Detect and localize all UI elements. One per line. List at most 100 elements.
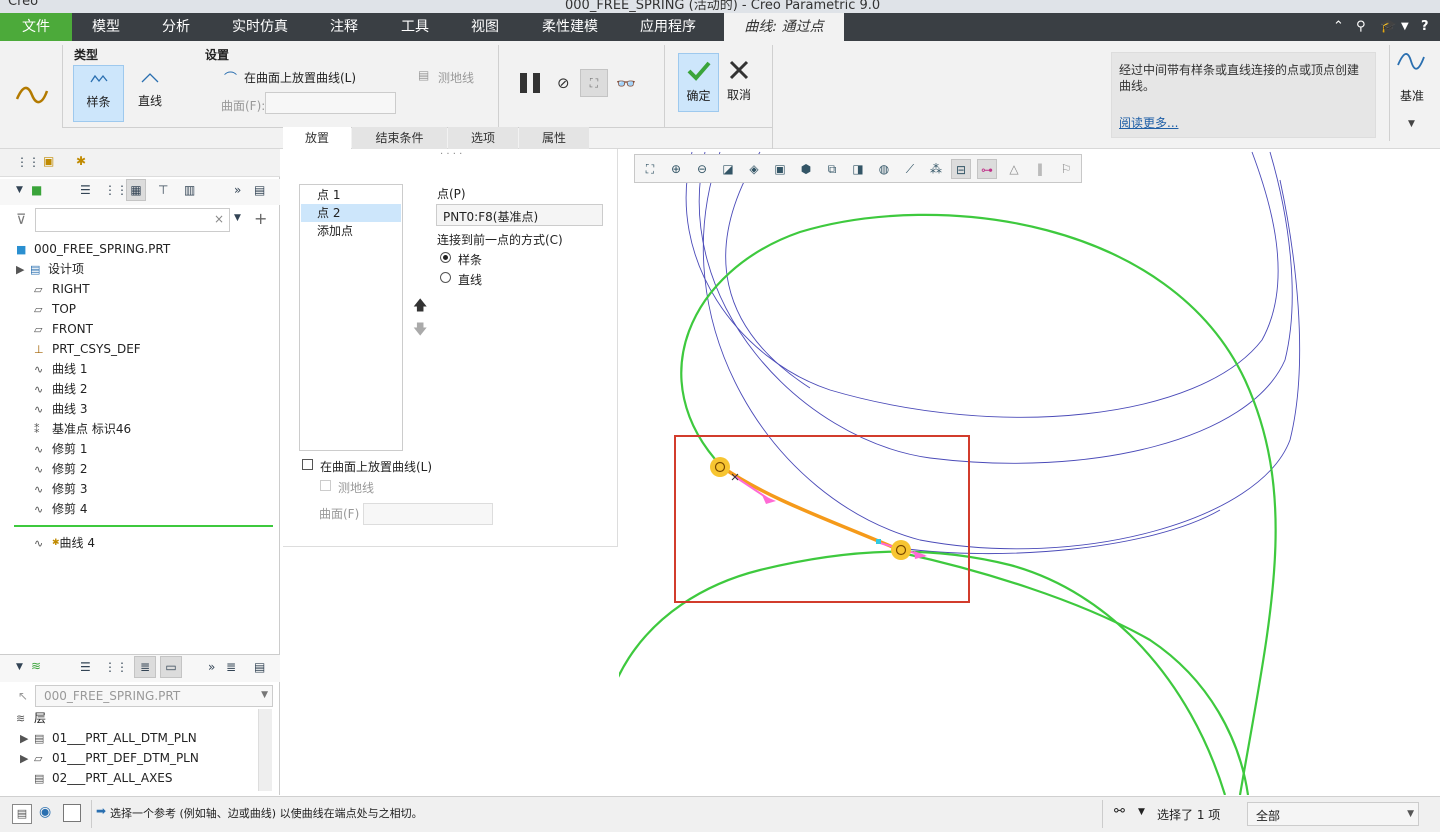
chevron-down-icon[interactable]: ▼ <box>16 185 23 195</box>
help-icon[interactable]: ? <box>1421 13 1429 41</box>
menu-applications[interactable]: 应用程序 <box>628 13 708 41</box>
chevron-down-icon[interactable]: ▼ <box>16 662 23 672</box>
point-list-item-selected[interactable]: 点 2 <box>301 204 401 222</box>
spline-radio[interactable] <box>440 252 451 263</box>
menu-tools[interactable]: 工具 <box>387 13 443 41</box>
named-views-icon[interactable]: ⬢ <box>796 159 816 179</box>
tree-root[interactable]: ■ 000_FREE_SPRING.PRT <box>16 239 170 259</box>
tab-options[interactable]: 选项 <box>448 127 518 149</box>
graphics-window[interactable] <box>619 149 1440 795</box>
tree-settings-icon[interactable]: ▦ <box>126 179 146 201</box>
point-field[interactable]: PNT0:F8(基准点) <box>436 204 603 226</box>
layer-item[interactable]: ▶ ▤ 01___PRT_ALL_DTM_PLN <box>20 728 197 748</box>
move-up-icon[interactable]: 🡅 <box>413 295 427 319</box>
tree-item-curve-3[interactable]: ∿ 曲线 3 <box>34 399 87 419</box>
pause-anim-icon[interactable]: ‖ <box>1030 159 1050 179</box>
search-icon[interactable]: ⚲ <box>1356 13 1366 41</box>
tree-item-curve-2[interactable]: ∿ 曲线 2 <box>34 379 87 399</box>
menu-live-simulation[interactable]: 实时仿真 <box>222 13 298 41</box>
minimize-ribbon-icon[interactable]: ⌃ <box>1333 13 1344 41</box>
point-list-item[interactable]: 点 1 <box>301 186 401 204</box>
surface-field[interactable] <box>265 92 396 114</box>
favorites-tab-icon[interactable]: ✱ <box>76 154 86 168</box>
expand-icon[interactable]: ▶ <box>16 260 30 280</box>
read-more-link[interactable]: 阅读更多... <box>1119 114 1178 131</box>
tree-item-trim-4[interactable]: ∿ 修剪 4 <box>34 499 87 519</box>
zoom-out-icon[interactable]: ⊖ <box>692 159 712 179</box>
cancel-button[interactable]: 取消 <box>720 53 758 112</box>
chevron-down-icon[interactable]: ▼ <box>1401 13 1409 41</box>
tree-item-design-items[interactable]: ▶ ▤ 设计项 <box>16 259 84 279</box>
datum-label[interactable]: 基准 <box>1400 87 1424 104</box>
tree-item-right[interactable]: ▱ RIGHT <box>34 279 90 299</box>
verify-icon[interactable]: ⛶ <box>580 69 608 97</box>
tree-filter-icon[interactable]: ⊤ <box>158 183 168 197</box>
end-point-handle[interactable] <box>891 540 911 560</box>
expand-icon[interactable]: ▶ <box>20 749 34 769</box>
pause-icon[interactable] <box>518 71 544 95</box>
filter-icon[interactable]: ⊽ <box>16 212 26 228</box>
add-icon[interactable]: + <box>254 209 267 228</box>
tree-item-trim-3[interactable]: ∿ 修剪 3 <box>34 479 87 499</box>
learning-icon[interactable]: 🎓 <box>1380 13 1396 41</box>
menu-file[interactable]: 文件 <box>0 13 72 41</box>
browser-icon[interactable]: ◉ <box>39 804 51 820</box>
chevron-down-icon[interactable]: ▼ <box>234 213 241 223</box>
model-tree-tab-icon[interactable]: ⋮⋮ <box>16 155 40 169</box>
spline-type-button[interactable]: 样条 <box>73 65 124 122</box>
tree-item-trim-2[interactable]: ∿ 修剪 2 <box>34 459 87 479</box>
flag-icon[interactable]: ⚐ <box>1056 159 1076 179</box>
view-manager-icon[interactable]: ◨ <box>848 159 868 179</box>
clear-icon[interactable]: × <box>214 212 224 226</box>
add-point-item[interactable]: 添加点 <box>301 222 401 240</box>
menu-flexible-modeling[interactable]: 柔性建模 <box>530 13 610 41</box>
drag-handle-icon[interactable]: · · · · <box>440 149 462 160</box>
layer-model-select[interactable]: 000_FREE_SPRING.PRT ▼ <box>35 685 273 707</box>
repaint-icon[interactable]: ◪ <box>718 159 738 179</box>
layer-settings-icon[interactable]: ≣ <box>226 660 236 674</box>
refit-icon[interactable]: ⛶ <box>640 159 660 179</box>
no-preview-icon[interactable]: ⊘ <box>557 74 570 92</box>
more-icon[interactable]: » <box>234 183 241 197</box>
selection-count[interactable]: 选择了 1 项 <box>1157 806 1220 823</box>
chevron-down-icon[interactable]: ▼ <box>1138 807 1145 817</box>
selection-filter[interactable]: 全部 ▼ <box>1247 802 1419 826</box>
folder-tab-icon[interactable]: ▣ <box>43 154 54 168</box>
tree-list-icon[interactable]: ☰ <box>80 660 91 674</box>
tree-item-csys[interactable]: ⊥ PRT_CSYS_DEF <box>34 339 141 359</box>
tree-item-front[interactable]: ▱ FRONT <box>34 319 93 339</box>
tree-item-curve-1[interactable]: ∿ 曲线 1 <box>34 359 87 379</box>
menu-model[interactable]: 模型 <box>78 13 134 41</box>
move-down-icon[interactable]: 🡇 <box>413 319 427 343</box>
glasses-preview-icon[interactable]: 👓 <box>616 74 636 93</box>
zoom-in-icon[interactable]: ⊕ <box>666 159 686 179</box>
tree-item-top[interactable]: ▱ TOP <box>34 299 76 319</box>
menu-analysis[interactable]: 分析 <box>148 13 204 41</box>
line-radio[interactable] <box>440 272 451 283</box>
chevron-down-icon[interactable]: ▼ <box>1408 119 1415 129</box>
tab-properties[interactable]: 属性 <box>519 127 589 149</box>
layer-item[interactable]: ▤ 02___PRT_ALL_AXES <box>34 768 173 788</box>
start-point-handle[interactable] <box>710 457 730 477</box>
tree-columns-icon[interactable]: ⋮⋮ <box>104 183 128 197</box>
layer-scrollbar[interactable] <box>258 709 272 791</box>
menu-view[interactable]: 视图 <box>457 13 513 41</box>
curve-display-icon[interactable]: ⊶ <box>977 159 997 179</box>
tree-columns-icon[interactable]: ⋮⋮ <box>104 660 128 674</box>
layer-item[interactable]: ▶ ▱ 01___PRT_DEF_DTM_PLN <box>20 748 199 768</box>
saved-views-icon[interactable]: ▣ <box>770 159 790 179</box>
perspective-icon[interactable]: ◍ <box>874 159 894 179</box>
ok-button[interactable]: 确定 <box>678 53 719 112</box>
insert-indicator[interactable] <box>14 525 273 527</box>
expand-icon[interactable]: ▶ <box>20 729 34 749</box>
fullscreen-icon[interactable] <box>63 804 81 822</box>
tree-show-icon[interactable]: ▥ <box>184 183 195 197</box>
section-icon[interactable]: ⟋ <box>900 159 920 179</box>
more-icon[interactable]: » <box>208 660 215 674</box>
layer-props-icon[interactable]: ≣ <box>134 656 156 678</box>
tree-list-icon[interactable]: ☰ <box>80 183 91 197</box>
binoculars-icon[interactable]: ⚯ <box>1114 804 1125 819</box>
menu-annotate[interactable]: 注释 <box>316 13 372 41</box>
panel-toggle-icon[interactable]: ▤ <box>12 804 32 824</box>
document-icon[interactable]: ▤ <box>254 183 265 197</box>
